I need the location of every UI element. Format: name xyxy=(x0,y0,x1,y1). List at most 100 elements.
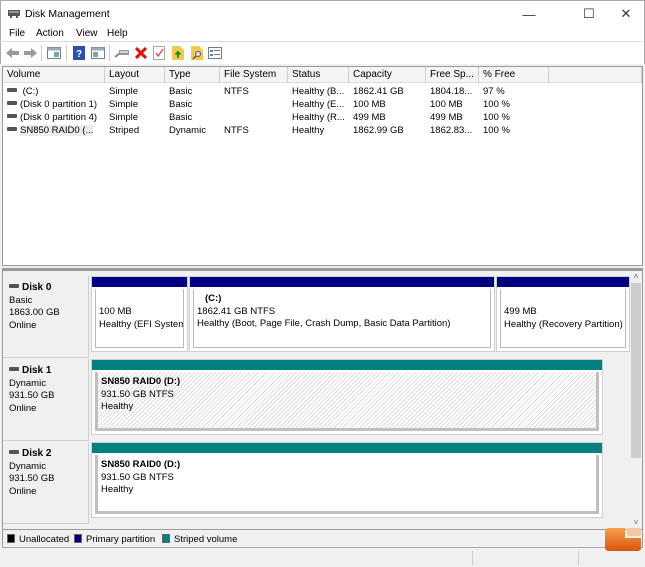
toolbar: ? xyxy=(0,42,645,64)
disk-name: Disk 0 xyxy=(22,282,52,293)
delete-icon xyxy=(135,47,147,59)
volume-type: Basic xyxy=(169,112,193,123)
column-header-capacity[interactable]: Capacity xyxy=(349,67,426,83)
properties-pane-icon xyxy=(91,47,105,59)
list-view-icon xyxy=(208,47,222,59)
volume-row[interactable]: (Disk 0 partition 4) Simple Basic Health… xyxy=(3,111,642,124)
connect-disk-icon xyxy=(114,50,129,58)
forward-button[interactable] xyxy=(22,45,38,61)
check-button[interactable] xyxy=(151,45,167,61)
partition-efi[interactable]: 100 MB Healthy (EFI System xyxy=(91,276,188,352)
disk-label[interactable]: Disk 2 Dynamic 931.50 GB Online xyxy=(3,442,89,524)
disk-icon xyxy=(9,367,19,372)
volume-row[interactable]: (Disk 0 partition 1) Simple Basic Health… xyxy=(3,98,642,111)
scroll-up-icon[interactable]: ˄ xyxy=(630,271,642,283)
forward-icon xyxy=(24,48,37,58)
volume-row[interactable]: (C:) Simple Basic NTFS Healthy (B... 186… xyxy=(3,85,642,98)
partition-title: SN850 RAID0 (D:) xyxy=(101,459,181,470)
legend-swatch-striped xyxy=(162,534,170,543)
volume-icon xyxy=(7,127,17,132)
disk-graphical-view: Disk 0 Basic 1863.00 GB Online 100 MB He… xyxy=(2,268,643,530)
volume-percent-free: 97 % xyxy=(483,86,505,97)
delete-button[interactable] xyxy=(133,45,149,61)
volume-name: (C:) xyxy=(7,85,38,98)
show-hide-console-tree-button[interactable] xyxy=(46,45,62,61)
partition-raid0-disk1[interactable]: SN850 RAID0 (D:) 931.50 GB NTFS Healthy xyxy=(91,359,603,435)
column-header-free-space[interactable]: Free Sp... xyxy=(426,67,479,83)
partition-body: SN850 RAID0 (D:) 931.50 GB NTFS Healthy xyxy=(95,455,599,514)
help-icon: ? xyxy=(73,46,85,60)
partition-area: SN850 RAID0 (D:) 931.50 GB NTFS Healthy xyxy=(91,359,603,437)
back-icon xyxy=(6,48,19,58)
help-button[interactable]: ? xyxy=(71,45,87,61)
partition-body: (C:) 1862.41 GB NTFS Healthy (Boot, Page… xyxy=(193,289,491,348)
column-header-percent-free[interactable]: % Free xyxy=(479,67,549,83)
volume-layout: Simple xyxy=(109,99,139,110)
volume-capacity: 1862.99 GB xyxy=(353,125,404,136)
legend-label-primary: Primary partition xyxy=(86,534,156,545)
partition-c[interactable]: (C:) 1862.41 GB NTFS Healthy (Boot, Page… xyxy=(189,276,495,352)
menu-action[interactable]: Action xyxy=(36,28,64,39)
toolbar-separator xyxy=(109,45,110,61)
disk-size: 931.50 GB xyxy=(9,390,55,401)
toolbar-separator xyxy=(41,45,42,61)
partition-title: SN850 RAID0 (D:) xyxy=(101,376,181,387)
disk-name: Disk 2 xyxy=(22,448,52,459)
disk-row-0: Disk 0 Basic 1863.00 GB Online 100 MB He… xyxy=(3,276,630,358)
menu-help[interactable]: Help xyxy=(107,28,128,39)
volume-icon xyxy=(7,114,17,119)
partition-size: 931.50 GB NTFS xyxy=(101,471,174,483)
status-separator xyxy=(578,551,579,565)
disk-name: Disk 1 xyxy=(22,365,52,376)
disk-row-1: Disk 1 Dynamic 931.50 GB Online SN850 RA… xyxy=(3,359,630,441)
title-bar: Disk Management — ☐ ✕ xyxy=(0,0,645,26)
search-folder-button[interactable] xyxy=(189,45,205,61)
menu-view[interactable]: View xyxy=(76,28,98,39)
primary-partition-bar xyxy=(497,277,629,287)
properties-pane-button[interactable] xyxy=(90,45,106,61)
partition-title: (C:) xyxy=(205,293,222,304)
legend-swatch-primary xyxy=(74,534,82,543)
partition-size: 931.50 GB NTFS xyxy=(101,388,174,400)
svg-text:?: ? xyxy=(76,49,82,60)
column-header-status[interactable]: Status xyxy=(288,67,349,83)
volume-name-text: (Disk 0 partition 1) xyxy=(20,99,98,110)
disk-label[interactable]: Disk 1 Dynamic 931.50 GB Online xyxy=(3,359,89,441)
close-icon: ✕ xyxy=(620,6,632,21)
show-hide-console-tree-icon xyxy=(47,47,61,59)
volume-file-system: NTFS xyxy=(224,86,249,97)
check-icon xyxy=(153,46,165,60)
disk-kind: Basic xyxy=(9,294,33,306)
up-folder-button[interactable] xyxy=(170,45,186,61)
minimize-button[interactable]: — xyxy=(509,1,549,27)
back-button[interactable] xyxy=(5,45,21,61)
volume-free-space: 499 MB xyxy=(430,112,463,123)
volume-layout: Simple xyxy=(109,112,139,123)
list-view-button[interactable] xyxy=(207,45,223,61)
maximize-button[interactable]: ☐ xyxy=(569,1,609,27)
disk-label[interactable]: Disk 0 Basic 1863.00 GB Online xyxy=(3,276,89,358)
partition-status: Healthy (Boot, Page File, Crash Dump, Ba… xyxy=(197,318,451,329)
scrollbar-thumb[interactable] xyxy=(631,283,641,458)
column-header-empty xyxy=(549,67,642,83)
volume-free-space: 100 MB xyxy=(430,99,463,110)
volume-percent-free: 100 % xyxy=(483,112,510,123)
volume-file-system: NTFS xyxy=(224,125,249,136)
partition-body: 100 MB Healthy (EFI System xyxy=(95,289,184,348)
vertical-scrollbar[interactable]: ˄ ˅ xyxy=(630,271,642,529)
partition-recovery[interactable]: 499 MB Healthy (Recovery Partition) xyxy=(496,276,630,352)
column-header-layout[interactable]: Layout xyxy=(105,67,165,83)
menu-file[interactable]: File xyxy=(9,28,25,39)
volume-name: (Disk 0 partition 1) xyxy=(7,98,97,111)
connect-disk-button[interactable] xyxy=(114,45,130,61)
close-button[interactable]: ✕ xyxy=(606,1,645,27)
volume-row[interactable]: SN850 RAID0 (... Striped Dynamic NTFS He… xyxy=(3,124,642,137)
column-header-file-system[interactable]: File System xyxy=(220,67,288,83)
legend: Unallocated Primary partition Striped vo… xyxy=(2,530,643,548)
status-separator xyxy=(472,551,473,565)
column-header-type[interactable]: Type xyxy=(165,67,220,83)
column-header-volume[interactable]: Volume xyxy=(3,67,105,83)
partition-raid0-disk2[interactable]: SN850 RAID0 (D:) 931.50 GB NTFS Healthy xyxy=(91,442,603,518)
volume-list: Volume Layout Type File System Status Ca… xyxy=(2,66,643,266)
volume-status: Healthy (R... xyxy=(292,112,345,123)
